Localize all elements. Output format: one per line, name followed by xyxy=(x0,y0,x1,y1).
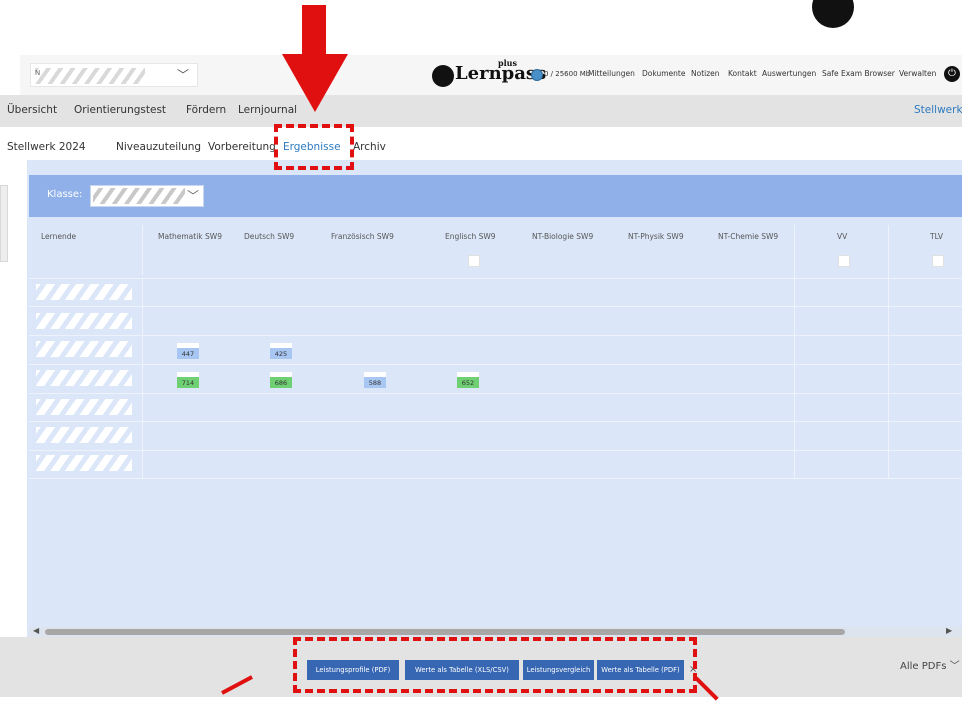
lernpass-logo-plus: plus xyxy=(498,58,517,68)
chevron-down-icon: ﹀ xyxy=(176,68,189,82)
col-mathematik: Mathematik SW9 xyxy=(158,232,222,241)
student-name-redacted[interactable] xyxy=(36,284,132,300)
scroll-left-icon[interactable]: ◀ xyxy=(33,626,39,635)
row-divider xyxy=(29,393,962,394)
tlv-checkbox[interactable] xyxy=(932,255,944,267)
student-name-redacted[interactable] xyxy=(36,455,132,471)
col-nt-biologie: NT-Biologie SW9 xyxy=(532,232,594,241)
nav-safe-exam-browser[interactable]: Safe Exam Browser xyxy=(822,69,895,78)
row-divider xyxy=(29,335,962,336)
column-divider xyxy=(794,225,795,478)
score-mathematik[interactable]: 714 xyxy=(177,372,199,388)
subnav-niveauzuteilung[interactable]: Niveauzuteilung xyxy=(116,141,201,153)
annotation-highlight-export-buttons xyxy=(293,637,697,693)
column-divider xyxy=(888,225,889,478)
student-name-redacted[interactable] xyxy=(36,427,132,443)
logout-icon[interactable]: ⏻ xyxy=(944,66,960,82)
school-select[interactable]: N ﹀ xyxy=(30,63,198,87)
nav-kontakt[interactable]: Kontakt xyxy=(728,69,757,78)
mainnav-stellwerk[interactable]: Stellwerk xyxy=(914,104,962,116)
col-englisch: Englisch SW9 xyxy=(445,232,496,241)
row-divider xyxy=(29,278,962,279)
mainnav-uebersicht[interactable]: Übersicht xyxy=(7,104,57,116)
score-deutsch[interactable]: 686 xyxy=(270,372,292,388)
col-lernende: Lernende xyxy=(41,232,77,241)
subnav-archiv[interactable]: Archiv xyxy=(353,141,386,153)
lernpass-logo-icon xyxy=(432,65,454,87)
score-mathematik[interactable]: 447 xyxy=(177,343,199,359)
storage-usage: 0 / 25600 Mb xyxy=(544,70,591,78)
student-name-redacted[interactable] xyxy=(36,313,132,329)
nav-notizen[interactable]: Notizen xyxy=(691,69,720,78)
subnav-vorbereitung[interactable]: Vorbereitung xyxy=(208,141,276,153)
class-label: Klasse: xyxy=(47,189,83,200)
nav-dokumente[interactable]: Dokumente xyxy=(642,69,685,78)
row-divider xyxy=(29,306,962,307)
scrollbar-thumb[interactable] xyxy=(45,629,845,635)
nav-auswertungen[interactable]: Auswertungen xyxy=(762,69,816,78)
mainnav-foerdern[interactable]: Fördern xyxy=(186,104,226,116)
class-select[interactable]: ﹀ xyxy=(90,185,204,207)
corner-logo-mark xyxy=(812,0,854,28)
col-vv: VV xyxy=(837,232,848,241)
storage-icon xyxy=(531,69,543,81)
chevron-down-icon: ﹀ xyxy=(186,189,199,203)
col-tlv: TLV xyxy=(930,232,944,241)
row-divider xyxy=(29,421,962,422)
student-name-redacted[interactable] xyxy=(36,399,132,415)
col-franzoesisch: Französisch SW9 xyxy=(331,232,394,241)
scroll-right-icon[interactable]: ▶ xyxy=(946,626,952,635)
score-englisch[interactable]: 652 xyxy=(457,372,479,388)
col-nt-chemie: NT-Chemie SW9 xyxy=(718,232,779,241)
subnav-stellwerk-2024[interactable]: Stellwerk 2024 xyxy=(7,141,86,153)
all-pdfs-dropdown[interactable]: Alle PDFs ﹀ xyxy=(900,657,960,672)
nav-mitteilungen[interactable]: Mitteilungen xyxy=(588,69,635,78)
col-nt-physik: NT-Physik SW9 xyxy=(628,232,684,241)
annotation-highlight-ergebnisse xyxy=(274,124,354,170)
nav-verwalten[interactable]: Verwalten xyxy=(899,69,936,78)
column-divider xyxy=(142,225,143,275)
student-name-redacted[interactable] xyxy=(36,341,132,357)
school-select-value: N xyxy=(35,69,41,77)
score-deutsch[interactable]: 425 xyxy=(270,343,292,359)
mainnav-orientierungstest[interactable]: Orientierungstest xyxy=(74,104,166,116)
annotation-arrow-shaft xyxy=(302,5,326,55)
score-franzoesisch[interactable]: 588 xyxy=(364,372,386,388)
student-name-redacted[interactable] xyxy=(36,370,132,386)
annotation-arrow-head xyxy=(282,54,348,112)
row-divider xyxy=(29,450,962,451)
row-divider xyxy=(29,478,962,479)
column-divider xyxy=(142,278,143,478)
side-panel-edge xyxy=(0,185,8,262)
englisch-checkbox[interactable] xyxy=(468,255,480,267)
vv-checkbox[interactable] xyxy=(838,255,850,267)
col-deutsch: Deutsch SW9 xyxy=(244,232,295,241)
row-divider xyxy=(29,364,962,365)
